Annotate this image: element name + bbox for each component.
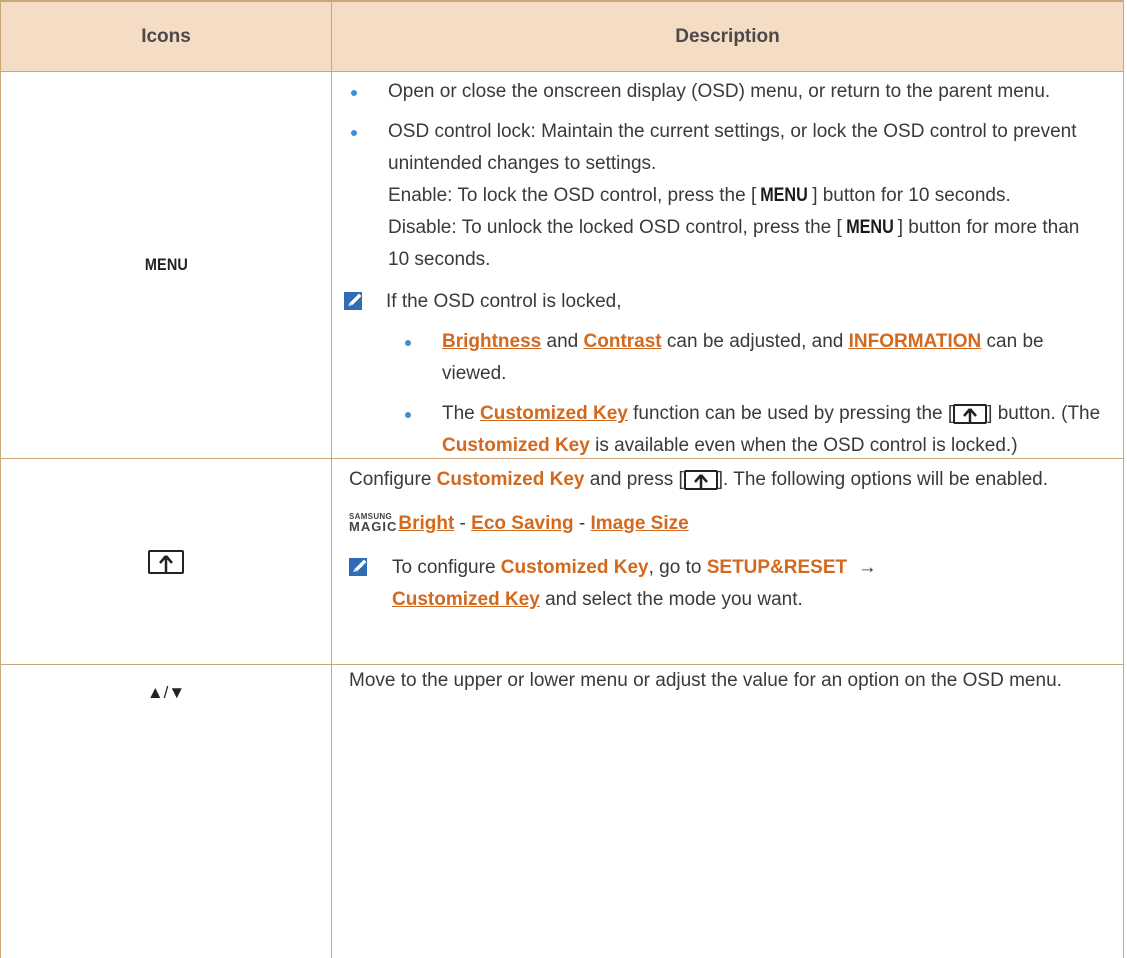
key-text: and press [	[584, 469, 684, 490]
image-size-link[interactable]: Image Size	[590, 513, 688, 534]
information-link[interactable]: INFORMATION	[849, 331, 982, 352]
table-row-arrows: ▲/▼ Move to the upper or lower menu or a…	[1, 665, 1123, 958]
header-description: Description	[331, 2, 1123, 71]
note-text: can be adjusted, and	[661, 331, 849, 352]
option-list: SAMSUNG MAGIC Bright - Eco Saving - Image …	[349, 508, 1101, 540]
setup-reset-text: SETUP&RESET	[706, 557, 848, 578]
menu-bullet-1-text: Open or close the onscreen display (OSD)…	[388, 81, 1051, 102]
menu-key-label: MENU	[760, 185, 808, 206]
arrow-text: →	[847, 557, 888, 578]
customized-key-icon	[148, 549, 184, 574]
table-row-menu: MENU Open or close the onscreen display …	[1, 72, 1123, 459]
customized-key-icon	[953, 404, 988, 424]
menu-button-label: MENU	[144, 255, 188, 274]
icons-table: Icons Description MENU Open or close the…	[0, 0, 1124, 958]
customized-key-text: Customized Key	[500, 557, 649, 578]
menu-description: Open or close the onscreen display (OSD)…	[331, 72, 1123, 458]
key-description: Configure Customized Key and press [ ]. T…	[331, 459, 1123, 664]
arrow-description: Move to the upper or lower menu or adjus…	[331, 665, 1123, 958]
note-text: function can be used by pressing the [	[627, 403, 954, 424]
list-item: Open or close the onscreen display (OSD)…	[332, 76, 1101, 108]
list-item: Brightness and Contrast can be adjusted,…	[386, 326, 1101, 390]
enable-text-end: ] button for 10 seconds.	[812, 185, 1011, 206]
customized-key-link[interactable]: Customized Key	[392, 589, 540, 610]
menu-bullet-2-text: OSD control lock: Maintain the current s…	[388, 121, 1077, 174]
arrow-description-text: Move to the upper or lower menu or adjus…	[349, 670, 1062, 691]
note-text: The	[442, 403, 481, 424]
note-text: ] button. (The	[987, 403, 1101, 424]
list-item: The Customized Key function can be used …	[386, 398, 1101, 462]
note-text: To configure	[392, 557, 501, 578]
customized-key-note: To configure Customized Key, go to SETUP…	[349, 552, 1101, 616]
eco-saving-link[interactable]: Eco Saving	[471, 513, 573, 534]
list-item: OSD control lock: Maintain the current s…	[332, 116, 1101, 276]
key-text: ]. The following options will be enabled…	[717, 469, 1049, 490]
enable-text: Enable: To lock the OSD control, press t…	[388, 185, 757, 206]
customized-key-text: Customized Key	[436, 469, 585, 490]
note-pencil-icon	[344, 292, 363, 310]
customized-key-link[interactable]: Customized Key	[480, 403, 628, 424]
separator: -	[454, 513, 472, 534]
magic-text: MAGIC	[349, 519, 398, 534]
key-text: Configure	[349, 469, 437, 490]
note-text: and select the mode you want.	[539, 589, 803, 610]
note-text: , go to	[648, 557, 707, 578]
header-icons: Icons	[141, 25, 191, 47]
brightness-link[interactable]: Brightness	[442, 331, 541, 352]
note-text: is available even when the OSD control i…	[589, 435, 1018, 456]
note-text: and	[541, 331, 584, 352]
menu-key-label: MENU	[845, 217, 894, 238]
table-row-customized-key: Configure Customized Key and press [ ]. T…	[1, 459, 1123, 665]
table-header: Icons Description	[1, 0, 1123, 72]
customized-key-text: Customized Key	[442, 435, 590, 456]
disable-text: Disable: To unlock the locked OSD contro…	[388, 217, 842, 238]
note-intro: If the OSD control is locked,	[386, 291, 622, 312]
customized-key-icon	[683, 470, 718, 490]
menu-icon-cell: MENU	[1, 72, 331, 458]
note-pencil-icon	[349, 558, 368, 576]
samsung-magic-logo: SAMSUNG MAGIC	[349, 512, 398, 534]
key-icon-cell	[1, 459, 331, 664]
separator: -	[573, 513, 591, 534]
arrow-icon-cell: ▲/▼	[1, 665, 331, 743]
osd-lock-note: If the OSD control is locked, Brightness…	[332, 286, 1101, 462]
contrast-link[interactable]: Contrast	[584, 331, 662, 352]
up-down-arrow-icon: ▲/▼	[146, 683, 186, 702]
bright-link[interactable]: Bright	[398, 513, 454, 534]
